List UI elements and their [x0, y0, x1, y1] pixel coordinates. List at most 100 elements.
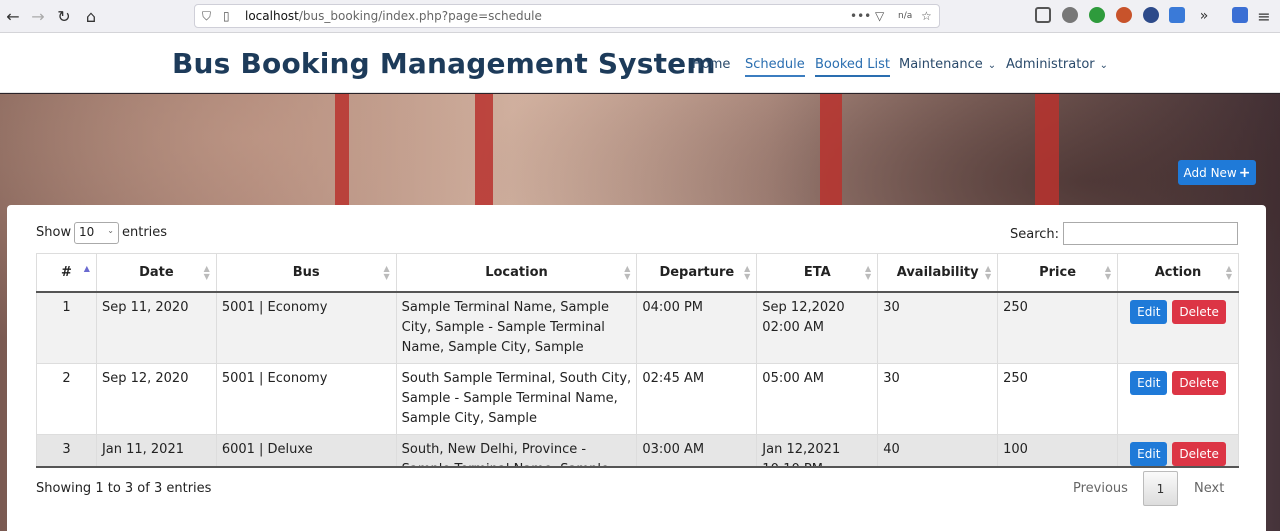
cell-eta: Jan 12,2021 10:10 PM — [756, 433, 879, 466]
menu-icon[interactable]: ≡ — [1253, 5, 1275, 27]
site-header: Bus Booking Management System Home Sched… — [0, 33, 1280, 93]
entries-label: entries — [122, 225, 168, 240]
cell-price: 250 — [997, 291, 1119, 364]
nav-booked-list[interactable]: Booked List — [815, 57, 890, 77]
cell-availability: 40 — [877, 433, 999, 466]
schedule-table: # ▲ Date ▲ ▼ Bus ▲ ▼ Location ▲ ▼ Departure ▲ ▼ E… — [36, 253, 1239, 466]
add-new-button[interactable]: Add New + — [1178, 160, 1256, 185]
page-1-button[interactable]: 1 — [1143, 471, 1178, 506]
delete-button[interactable]: Delete — [1172, 441, 1226, 466]
column-header-action[interactable]: Action ▲ ▼ — [1117, 253, 1239, 293]
home-icon[interactable]: ⌂ — [80, 5, 102, 27]
column-header-index[interactable]: # ▲ — [36, 253, 97, 293]
cell-departure: 03:00 AM — [636, 433, 758, 466]
chevron-down-icon: ⌄ — [107, 226, 114, 235]
cell-index: 1 — [36, 291, 97, 364]
cell-action: Edit Delete — [1117, 291, 1239, 364]
cell-location: South, New Delhi, Province - Sample Term… — [395, 433, 638, 466]
cell-price: 100 — [997, 433, 1119, 466]
cell-index: 2 — [36, 362, 97, 435]
cell-eta: 05:00 AM — [756, 362, 879, 435]
delete-button[interactable]: Delete — [1172, 370, 1226, 395]
cell-date: Sep 12, 2020 — [95, 362, 217, 435]
sort-icon: ▲ ▼ — [1225, 264, 1232, 281]
forward-icon[interactable]: → — [27, 5, 49, 27]
cell-bus: 5001 | Economy — [215, 362, 397, 435]
bookmark-star-icon[interactable]: ☆ — [921, 9, 932, 23]
shield-icon: ⛉ — [202, 9, 212, 23]
cell-bus: 6001 | Deluxe — [215, 433, 397, 466]
edit-button[interactable]: Edit — [1130, 299, 1168, 324]
cell-availability: 30 — [877, 362, 999, 435]
sort-icon: ▲ ▼ — [383, 264, 390, 281]
account-icon[interactable] — [1062, 7, 1078, 23]
schedule-card: Show 10 ⌄ entries Search: # ▲ Date ▲ ▼ Bus ▲… — [7, 205, 1266, 531]
edit-button[interactable]: Edit — [1130, 441, 1168, 466]
plus-icon: + — [1238, 164, 1251, 181]
column-header-availability[interactable]: Availability ▲ ▼ — [877, 253, 999, 293]
column-header-date[interactable]: Date ▲ ▼ — [95, 253, 217, 293]
search-label: Search: — [1010, 227, 1060, 242]
table-row: 2 Sep 12, 2020 5001 | Economy South Samp… — [36, 362, 1239, 435]
back-icon[interactable]: ← — [2, 5, 24, 27]
cell-departure: 04:00 PM — [636, 291, 758, 364]
sort-icon: ▲ ▼ — [984, 264, 992, 281]
sort-icon: ▲ ▼ — [865, 264, 872, 281]
cell-index: 3 — [36, 433, 97, 466]
chevron-down-icon: ⌄ — [987, 60, 997, 71]
cell-eta: Sep 12,2020 02:00 AM — [756, 291, 879, 364]
column-header-bus[interactable]: Bus ▲ ▼ — [215, 253, 397, 293]
nav-home[interactable]: Home — [692, 57, 730, 72]
column-header-eta[interactable]: ETA ▲ ▼ — [756, 253, 879, 293]
page-icon: ▯ — [223, 9, 230, 23]
nav-administrator[interactable]: Administrator ⌄ — [1006, 57, 1108, 72]
show-label: Show — [36, 225, 72, 240]
table-wrapper: # ▲ Date ▲ ▼ Bus ▲ ▼ Location ▲ ▼ Departure ▲ ▼ E… — [36, 253, 1239, 468]
cell-price: 250 — [997, 362, 1119, 435]
delete-button[interactable]: Delete — [1172, 299, 1226, 324]
sort-icon: ▲ ▼ — [744, 264, 751, 281]
table-row: 1 Sep 11, 2020 5001 | Economy Sample Ter… — [36, 291, 1239, 364]
sort-icon: ▲ ▼ — [624, 264, 631, 281]
chevron-down-icon: ⌄ — [1099, 60, 1109, 71]
search-input[interactable] — [1063, 222, 1238, 245]
column-header-location[interactable]: Location ▲ ▼ — [395, 253, 638, 293]
cell-action: Edit Delete — [1117, 362, 1239, 435]
cell-bus: 5001 | Economy — [215, 291, 397, 364]
sidebar-icon[interactable] — [1035, 7, 1051, 23]
table-row: 3 Jan 11, 2021 6001 | Deluxe South, New … — [36, 433, 1239, 466]
reader-label: n/a — [898, 11, 913, 21]
pocket-icon[interactable]: ▽ — [875, 9, 884, 23]
browser-toolbar: ← → ↻ ⌂ ⛉ ▯ localhost/bus_booking/index.… — [0, 0, 1280, 33]
extension-orange-icon[interactable] — [1116, 7, 1132, 23]
download-icon[interactable] — [1169, 7, 1185, 23]
nav-maintenance[interactable]: Maintenance ⌄ — [899, 57, 996, 72]
cell-location: South Sample Terminal, South City, Sampl… — [395, 362, 638, 435]
overflow-chevron-icon[interactable]: » — [1193, 5, 1215, 27]
edit-button[interactable]: Edit — [1130, 370, 1168, 395]
reload-icon[interactable]: ↻ — [53, 5, 75, 27]
address-bar[interactable]: ⛉ ▯ localhost/bus_booking/index.php?page… — [194, 4, 940, 28]
extension-green-icon[interactable] — [1089, 7, 1105, 23]
site-title: Bus Booking Management System — [172, 47, 716, 80]
column-header-departure[interactable]: Departure ▲ ▼ — [636, 253, 758, 293]
more-icon[interactable]: ••• — [850, 9, 871, 23]
sort-icon: ▲ ▼ — [203, 264, 210, 281]
decor — [1035, 94, 1059, 214]
next-button[interactable]: Next — [1194, 481, 1224, 496]
cell-action: Edit Delete — [1117, 433, 1239, 466]
extension-blue-icon[interactable] — [1143, 7, 1159, 23]
cell-date: Sep 11, 2020 — [95, 291, 217, 364]
sort-asc-icon: ▲ — [83, 264, 90, 273]
previous-button[interactable]: Previous — [1073, 481, 1128, 496]
cell-availability: 30 — [877, 291, 999, 364]
table-info: Showing 1 to 3 of 3 entries — [36, 481, 212, 496]
url-text: localhost/bus_booking/index.php?page=sch… — [245, 9, 542, 23]
entries-select[interactable]: 10 ⌄ — [74, 222, 119, 244]
extensions-icon[interactable] — [1232, 7, 1248, 23]
sort-icon: ▲ ▼ — [1104, 264, 1112, 281]
nav-schedule[interactable]: Schedule — [745, 57, 805, 77]
column-header-price[interactable]: Price ▲ ▼ — [997, 253, 1119, 293]
cell-location: Sample Terminal Name, Sample City, Sampl… — [395, 291, 638, 364]
cell-departure: 02:45 AM — [636, 362, 758, 435]
